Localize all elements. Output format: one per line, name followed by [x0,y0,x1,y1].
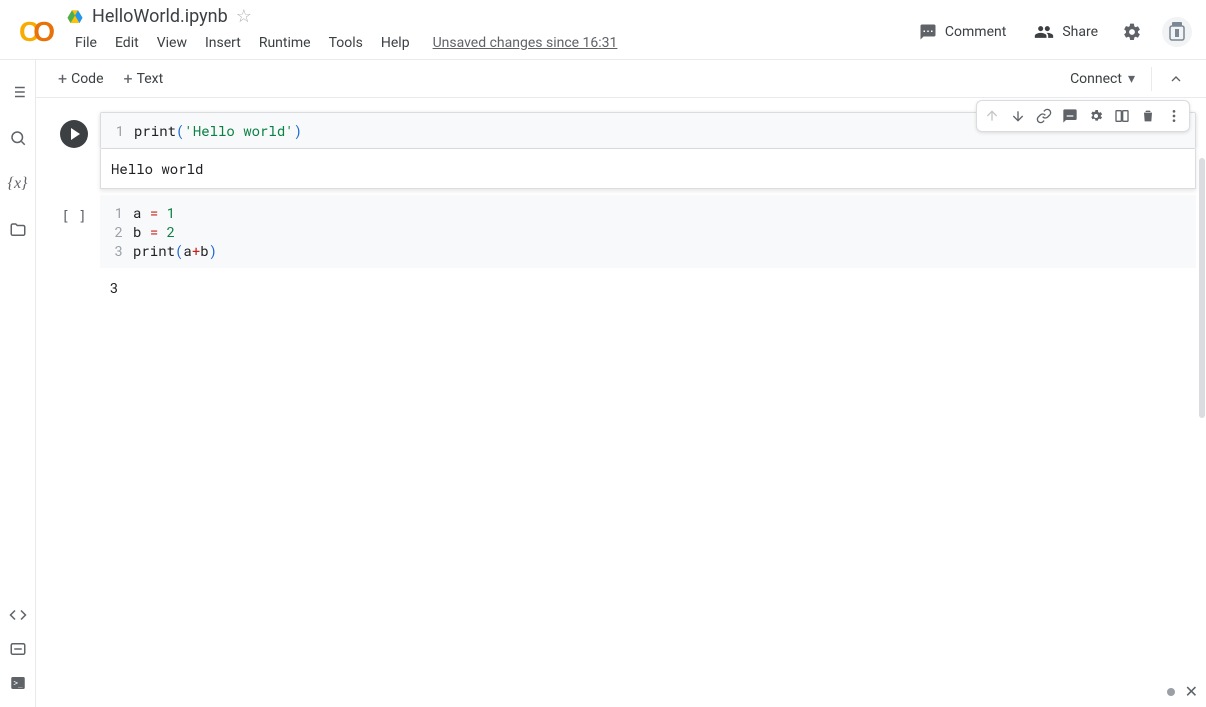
add-code-label: Code [71,71,103,87]
cell-output: 3 [100,268,1196,307]
code-cell[interactable]: 1print('Hello world')Hello world [54,112,1196,189]
plus-icon: + [58,69,67,88]
menu-tools[interactable]: Tools [320,31,372,55]
comment-label: Comment [945,24,1006,40]
cell-output: Hello world [100,149,1196,189]
notebook-area[interactable]: 1print('Hello world')Hello world [ ] 1a = … [36,98,1206,707]
dropdown-icon: ▾ [1128,71,1135,87]
menu-insert[interactable]: Insert [196,31,250,55]
cell-action-up-icon [979,103,1005,129]
cell-action-delete-icon[interactable] [1135,103,1161,129]
cell-action-settings-icon[interactable] [1083,103,1109,129]
code-line[interactable]: 1a = 1 [103,203,1186,222]
left-sidebar: {x} >_ [0,60,36,707]
variables-icon[interactable]: {x} [8,174,28,194]
divider [1151,67,1152,91]
cell-action-comment-icon[interactable] [1057,103,1083,129]
share-label: Share [1062,24,1098,40]
cell-action-more-icon[interactable] [1161,103,1187,129]
drive-icon [66,8,84,26]
close-icon[interactable]: ✕ [1185,682,1198,701]
run-cell-button[interactable]: [ ] [60,203,88,231]
account-avatar[interactable] [1162,17,1192,47]
comment-icon [919,23,937,41]
code-line[interactable]: 2b = 2 [103,222,1186,241]
colab-logo[interactable]: CO [8,4,60,59]
notebook-title[interactable]: HelloWorld.ipynb [92,6,228,27]
comment-button[interactable]: Comment [909,17,1016,47]
menu-file[interactable]: File [66,31,106,55]
share-icon [1034,22,1054,42]
code-cell[interactable]: [ ]1a = 12b = 23print(a+b)3 [54,195,1196,307]
status-dot [1167,688,1175,696]
plus-icon: + [124,69,133,88]
add-text-label: Text [137,71,164,87]
menu-bar: FileEditViewInsertRuntimeToolsHelpUnsave… [60,27,909,55]
add-text-button[interactable]: + Text [116,65,172,92]
collapse-icon[interactable] [1160,67,1192,91]
connect-button[interactable]: Connect ▾ [1062,67,1143,91]
code-line[interactable]: 3print(a+b) [103,241,1186,260]
share-button[interactable]: Share [1024,16,1108,48]
star-icon[interactable]: ☆ [236,6,252,27]
menu-view[interactable]: View [148,31,196,55]
svg-text:>_: >_ [13,678,23,687]
settings-icon[interactable] [1116,16,1148,48]
cell-action-link-icon[interactable] [1031,103,1057,129]
code-snippets-icon[interactable] [8,605,28,625]
menu-help[interactable]: Help [372,31,419,55]
toc-icon[interactable] [8,82,28,102]
code-editor[interactable]: 1a = 12b = 23print(a+b) [100,195,1196,268]
cell-action-mirror-icon[interactable] [1109,103,1135,129]
notebook-toolbar: + Code + Text Connect ▾ [36,60,1206,98]
files-icon[interactable] [8,220,28,240]
status-bar: ✕ [1167,682,1198,701]
search-icon[interactable] [8,128,28,148]
menu-runtime[interactable]: Runtime [250,31,320,55]
scrollbar-thumb[interactable] [1199,158,1205,418]
cell-action-down-icon[interactable] [1005,103,1031,129]
menu-edit[interactable]: Edit [106,31,148,55]
connect-label: Connect [1070,71,1122,87]
save-status[interactable]: Unsaved changes since 16:31 [419,35,618,51]
add-code-button[interactable]: + Code [50,65,112,92]
command-palette-icon[interactable] [8,639,28,659]
cell-action-bar [976,100,1190,132]
scrollbar[interactable] [1199,158,1205,683]
run-cell-button[interactable] [60,120,88,148]
terminal-icon[interactable]: >_ [8,673,28,693]
